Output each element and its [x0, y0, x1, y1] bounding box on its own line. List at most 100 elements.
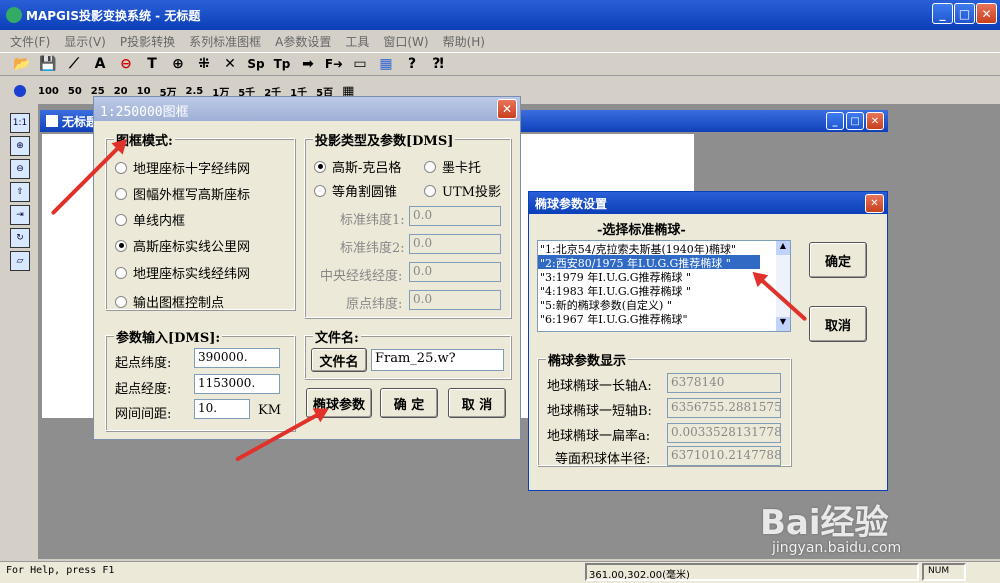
start-lon-field[interactable]: 1153000.	[194, 374, 280, 394]
zoom-out-icon[interactable]: ⊖	[10, 159, 30, 179]
main-title-bar: MAPGIS投影变换系统 - 无标题	[0, 0, 1000, 30]
flattening-label: 地球椭球一扁率a:	[547, 429, 651, 444]
ellipsoid-item-4[interactable]: "4:1983 年I.U.G.G推荐椭球 "	[538, 283, 790, 298]
scale-10[interactable]: 10	[137, 86, 151, 97]
grid-spacing-field[interactable]: 10.	[194, 399, 250, 419]
ellipsoid-item-6[interactable]: "6:1967 年I.U.G.G推荐椭球"	[538, 311, 790, 326]
central-meridian-field[interactable]: 0.0	[409, 262, 501, 282]
inner-maximize-button[interactable]: □	[846, 112, 864, 130]
ellipsoid-item-1[interactable]: "1:北京54/克拉索夫斯基(1940年)椭球"	[538, 241, 790, 256]
mode-gauss-km-grid[interactable]: 高斯座标实线公里网	[115, 236, 250, 255]
status-bar: For Help, press F1 361.00,302.00(毫米) NUM	[0, 561, 1000, 583]
sp-icon[interactable]: Sp	[246, 54, 266, 74]
semi-major-label: 地球椭球一长轴A:	[547, 379, 652, 394]
frame-ok-button[interactable]: 确 定	[380, 388, 438, 418]
scale-25[interactable]: 25	[91, 86, 105, 97]
mode-single-inner-frame[interactable]: 单线内框	[115, 210, 185, 229]
projection-title: 投影类型及参数[DMS]	[313, 130, 456, 149]
inner-close-button[interactable]: ✕	[866, 112, 884, 130]
menu-params[interactable]: A参数设置	[275, 33, 331, 49]
f-arrow-icon[interactable]: F➜	[324, 54, 344, 74]
ellipsoid-ok-button[interactable]: 确定	[809, 242, 867, 278]
text-icon[interactable]: A	[90, 54, 110, 74]
mode-gauss-outer-frame[interactable]: 图幅外框写高斯座标	[115, 184, 250, 203]
save-icon[interactable]: 💾	[38, 54, 58, 74]
flattening-field[interactable]: 0.00335281317789	[667, 423, 781, 443]
menu-view[interactable]: 显示(V)	[64, 33, 106, 49]
ellipsoid-display-title: 椭球参数显示	[546, 350, 629, 369]
frame-dialog-close-button[interactable]: ✕	[497, 99, 517, 119]
ellipsoid-dialog: 椭球参数设置 ✕ -选择标准椭球- "1:北京54/克拉索夫斯基(1940年)椭…	[528, 191, 888, 491]
filename-field[interactable]: Fram_25.w?	[371, 349, 504, 371]
tp-icon[interactable]: Tp	[272, 54, 292, 74]
move-icon[interactable]: ⇥	[10, 205, 30, 225]
refresh-icon[interactable]: ↻	[10, 228, 30, 248]
inner-doc-icon	[46, 115, 58, 127]
cross-icon[interactable]: ✕	[220, 54, 240, 74]
menu-window[interactable]: 窗口(W)	[383, 33, 428, 49]
open-icon[interactable]: 📂	[12, 54, 32, 74]
filename-button[interactable]: 文件名	[311, 348, 367, 372]
ellipsoid-title: 椭球参数设置	[535, 196, 608, 211]
ellipsoid-close-button[interactable]: ✕	[865, 194, 884, 213]
std-lat1-field[interactable]: 0.0	[409, 206, 501, 226]
t-tool-icon[interactable]: T	[142, 54, 162, 74]
scale-100[interactable]: 100	[38, 86, 59, 97]
menu-file[interactable]: 文件(F)	[10, 33, 50, 49]
maximize-button[interactable]: □	[954, 3, 975, 24]
ellipsoid-item-5[interactable]: "5:新的椭球参数(自定义) "	[538, 297, 790, 312]
close-button[interactable]: ✕	[976, 3, 997, 24]
start-lat-field[interactable]: 390000.	[194, 348, 280, 368]
proj-mercator[interactable]: 墨卡托	[424, 157, 481, 176]
frame-cancel-button[interactable]: 取 消	[448, 388, 506, 418]
origin-lat-field[interactable]: 0.0	[409, 290, 501, 310]
monitor-icon[interactable]: ▭	[350, 54, 370, 74]
frame-dialog-title-bar: 1:250000图框	[94, 97, 520, 121]
scroll-up-icon[interactable]: ▲	[776, 241, 790, 255]
forward-icon[interactable]: ➡	[298, 54, 318, 74]
ellipsoid-cancel-button[interactable]: 取消	[809, 306, 867, 342]
inner-minimize-button[interactable]: _	[826, 112, 844, 130]
help-icon[interactable]: ?	[402, 54, 422, 74]
std-lat2-field[interactable]: 0.0	[409, 234, 501, 254]
scale-20[interactable]: 20	[114, 86, 128, 97]
mode-geo-solid-grid[interactable]: 地理座标实线经纬网	[115, 263, 250, 282]
menu-help[interactable]: 帮助(H)	[443, 33, 485, 49]
up-icon[interactable]: ⇧	[10, 182, 30, 202]
mode-output-control-points[interactable]: 输出图框控制点	[115, 292, 224, 311]
line-icon[interactable]: ⟋	[64, 54, 84, 74]
semi-major-field[interactable]: 6378140	[667, 373, 781, 393]
grid-spacing-label: 网间间距:	[115, 407, 172, 422]
minimize-button[interactable]: _	[932, 3, 953, 24]
frame-dialog: 1:250000图框 ✕ 图框模式: 地理座标十字经纬网 图幅外框写高斯座标 单…	[93, 96, 521, 440]
status-num: NUM	[922, 563, 966, 581]
app-icon	[6, 7, 22, 23]
scale-2-5[interactable]: 2.5	[186, 86, 204, 97]
menu-standard-frame[interactable]: 系列标准图框	[189, 33, 261, 49]
erase-icon[interactable]: ⊖	[116, 54, 136, 74]
menu-projection[interactable]: P投影转换	[120, 33, 175, 49]
menu-tools[interactable]: 工具	[345, 33, 369, 49]
list-scrollbar[interactable]: ▲ ▼	[776, 241, 790, 331]
ellipsoid-item-2[interactable]: "2:西安80/1975 年I.U.G.G推荐椭球 "	[538, 255, 760, 270]
grid-icon[interactable]: ▦	[376, 54, 396, 74]
points-icon[interactable]: ⁜	[194, 54, 214, 74]
eraser-icon[interactable]: ▱	[10, 251, 30, 271]
context-help-icon[interactable]: ⁈	[428, 54, 448, 74]
radius-field[interactable]: 6371010.21477885	[667, 446, 781, 466]
proj-conic[interactable]: 等角割圆锥	[314, 181, 397, 200]
central-meridian-label: 中央经线经度:	[320, 269, 403, 284]
std-lat2-label: 标准纬度2:	[340, 241, 405, 256]
start-lat-label: 起点纬度:	[115, 356, 172, 371]
ellipsoid-listbox[interactable]: "1:北京54/克拉索夫斯基(1940年)椭球" "2:西安80/1975 年I…	[537, 240, 791, 332]
proj-gauss-kruger[interactable]: 高斯-克吕格	[314, 157, 401, 176]
proj-utm[interactable]: UTM投影	[424, 181, 501, 200]
mode-geo-cross-grid[interactable]: 地理座标十字经纬网	[115, 158, 250, 177]
crosshair-icon[interactable]: ⊕	[168, 54, 188, 74]
zoom-in-icon[interactable]: ⊕	[10, 136, 30, 156]
scale-50[interactable]: 50	[68, 86, 82, 97]
scroll-down-icon[interactable]: ▼	[776, 317, 790, 331]
semi-minor-field[interactable]: 6356755.28815753	[667, 398, 781, 418]
fit-icon[interactable]: 1:1	[10, 113, 30, 133]
file-title: 文件名:	[313, 327, 361, 346]
